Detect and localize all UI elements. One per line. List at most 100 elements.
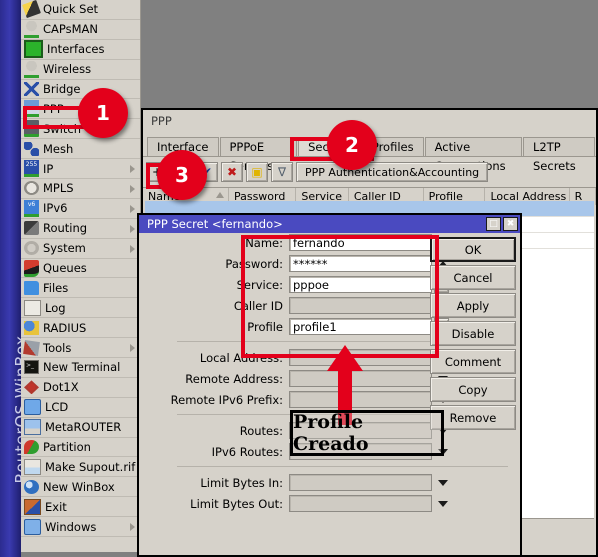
- ppp-secret-title-text: PPP Secret <fernando>: [147, 217, 283, 231]
- interface-icon: [24, 40, 43, 59]
- terminal-icon: >_: [24, 360, 39, 375]
- filter-button[interactable]: ∇: [271, 162, 293, 182]
- brand-strip: RouterOS WinBox: [0, 0, 31, 557]
- ok-button[interactable]: OK: [430, 237, 516, 262]
- sidebar-item-radius[interactable]: RADIUS: [21, 318, 140, 339]
- sidebar-item-label: IP: [43, 161, 54, 176]
- comment-button[interactable]: Comment: [430, 349, 516, 374]
- field-input[interactable]: [289, 495, 432, 512]
- tools-icon: [23, 339, 40, 356]
- sidebar-item-label: Exit: [45, 499, 67, 514]
- mesh-icon: [24, 141, 39, 156]
- sidebar-item-label: Bridge: [43, 82, 81, 96]
- field-input[interactable]: [289, 474, 432, 491]
- sidebar-menu: Quick Set CAPsMAN Interfaces Wireless Bridge…: [21, 0, 141, 552]
- sidebar-item-label: Make Supout.rif: [45, 459, 136, 474]
- sidebar-item-dot1x[interactable]: Dot1X: [21, 378, 140, 398]
- sidebar-item-label: New Terminal: [43, 360, 121, 375]
- sidebar-item-lcd[interactable]: LCD: [21, 398, 140, 418]
- field-label: Routes:: [239, 423, 283, 438]
- sidebar-item-label: LCD: [45, 400, 69, 415]
- sidebar-item-make-supout-rif[interactable]: Make Supout.rif: [21, 457, 140, 478]
- accesspoint-icon: [24, 60, 39, 78]
- divider: [177, 466, 508, 467]
- disable-button[interactable]: Disable: [430, 321, 516, 346]
- chevron-down-icon[interactable]: [434, 495, 451, 512]
- sidebar-item-label: MetaROUTER: [45, 420, 122, 435]
- sidebar-item-label: System: [43, 241, 86, 256]
- sidebar-item-ip[interactable]: 255 IP: [21, 159, 140, 180]
- sidebar-item-wireless[interactable]: Wireless: [21, 60, 140, 80]
- queues-icon: [24, 259, 39, 277]
- sidebar-item-label: Queues: [43, 261, 87, 276]
- sidebar-item-new-winbox[interactable]: New WinBox: [21, 477, 140, 498]
- routing-icon: [24, 221, 39, 236]
- ppp-secret-titlebar: PPP Secret <fernando> □ ✖: [139, 215, 520, 233]
- chevron-right-icon: [130, 165, 135, 174]
- sidebar-item-system[interactable]: System: [21, 239, 140, 259]
- pen-icon: [22, 0, 41, 19]
- field-label: Remote Address:: [185, 371, 283, 386]
- sidebar-item-mpls[interactable]: MPLS: [21, 179, 140, 199]
- chevron-right-icon: [130, 185, 135, 194]
- sidebar-item-queues[interactable]: Queues: [21, 259, 140, 279]
- sidebar-item-label: Log: [45, 300, 66, 315]
- partition-icon: [24, 440, 39, 455]
- chevron-right-icon: [130, 244, 135, 253]
- ip-icon: 255: [24, 160, 39, 178]
- sidebar-item-label: Wireless: [43, 62, 92, 77]
- chevron-down-icon[interactable]: [434, 474, 451, 491]
- sidebar-item-partition[interactable]: Partition: [21, 438, 140, 458]
- apply-button[interactable]: Apply: [430, 293, 516, 318]
- callout-profile-creado: Profile Creado: [290, 410, 444, 456]
- ppp-auth-accounting-button[interactable]: PPP Authentication&Accounting: [296, 162, 489, 182]
- field-label: Limit Bytes In:: [200, 475, 283, 490]
- field-row: Limit Bytes In:: [139, 473, 520, 492]
- sidebar-item-label: New WinBox: [43, 479, 115, 494]
- sidebar-item-label: Mesh: [43, 141, 74, 156]
- chevron-right-icon: [130, 224, 135, 233]
- metarouter-icon: [24, 419, 41, 436]
- sidebar-item-windows[interactable]: Windows: [21, 517, 140, 538]
- sidebar-item-capsman[interactable]: CAPsMAN: [21, 20, 140, 40]
- disable-button[interactable]: ✖: [221, 162, 243, 182]
- tab-pppoe-servers[interactable]: PPPoE Servers: [219, 137, 298, 173]
- sidebar-item-label: Quick Set: [43, 2, 99, 17]
- sidebar-item-label: Partition: [43, 440, 91, 455]
- bridge-icon: [24, 82, 39, 96]
- sidebar-item-new-terminal[interactable]: >_ New Terminal: [21, 358, 140, 378]
- step-marker-2: 2: [327, 120, 377, 170]
- sidebar-item-interfaces[interactable]: Interfaces: [21, 40, 140, 60]
- system-icon: [24, 241, 39, 256]
- copy-button[interactable]: Copy: [430, 377, 516, 402]
- maximize-icon[interactable]: □: [486, 217, 501, 231]
- sidebar-item-routing[interactable]: Routing: [21, 219, 140, 239]
- sidebar-item-exit[interactable]: Exit: [21, 497, 140, 518]
- step-marker-1: 1: [78, 88, 128, 138]
- log-icon: [24, 299, 41, 316]
- sidebar-item-files[interactable]: Files: [21, 278, 140, 299]
- sidebar-item-label: Dot1X: [43, 380, 79, 395]
- close-icon[interactable]: ✖: [503, 217, 518, 231]
- supout-icon: [24, 458, 41, 475]
- cancel-button[interactable]: Cancel: [430, 265, 516, 290]
- tab-active-connections[interactable]: Active Connections: [424, 137, 522, 173]
- windows-icon: [24, 518, 41, 535]
- radius-icon: [24, 320, 39, 335]
- sidebar-item-log[interactable]: Log: [21, 298, 140, 319]
- comment-button[interactable]: ▣: [246, 162, 268, 182]
- sidebar-item-metarouter[interactable]: MetaROUTER: [21, 418, 140, 438]
- sidebar-item-mesh[interactable]: Mesh: [21, 139, 140, 160]
- exit-icon: [24, 498, 41, 515]
- ipv6-icon: v6: [24, 199, 39, 217]
- sidebar-item-tools[interactable]: Tools: [21, 338, 140, 359]
- sidebar-item-quick-set[interactable]: Quick Set: [21, 0, 140, 20]
- callout-text: Profile Creado: [293, 411, 369, 455]
- ppp-secret-buttons: OK Cancel Apply Disable Comment Copy Remove: [430, 237, 516, 433]
- chevron-right-icon: [130, 523, 135, 532]
- sidebar-item-ipv6[interactable]: v6 IPv6: [21, 199, 140, 219]
- step-marker-3: 3: [157, 150, 207, 200]
- sidebar-item-label: CAPsMAN: [43, 22, 99, 37]
- sidebar-item-label: RADIUS: [43, 320, 87, 335]
- tab-l2tp-secrets[interactable]: L2TP Secrets: [523, 137, 595, 173]
